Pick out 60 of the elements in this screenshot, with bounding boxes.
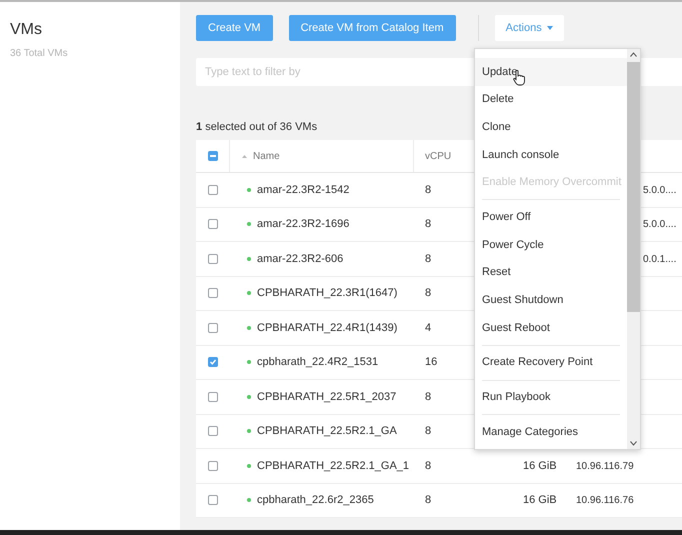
table-cell: 16 GiB — [523, 494, 557, 506]
checkbox[interactable] — [208, 357, 218, 368]
table-cell: 10.96.116.79 — [576, 460, 634, 472]
table-cell: 8 — [425, 287, 432, 299]
menu-item[interactable]: Run Playbook — [475, 384, 627, 412]
vm-name[interactable]: CPBHARATH_22.3R1(1647) — [257, 285, 398, 302]
table-cell: 8 — [425, 425, 432, 437]
vm-name[interactable]: CPBHARATH_22.5R2.1_GA_1 — [257, 458, 410, 474]
table-cell: 8 — [425, 494, 432, 506]
table-cell: 10.96.116.76 — [576, 495, 634, 506]
table-cell: 0.0.1.... — [643, 254, 676, 264]
menu-item[interactable]: Power Off — [475, 203, 627, 232]
menu-item[interactable]: Manage Categories — [475, 418, 627, 446]
menu-item[interactable]: Guest Reboot — [475, 314, 627, 342]
menu-item[interactable]: Clone — [475, 113, 627, 142]
sort-icon — [242, 154, 247, 158]
menu-item[interactable]: Power Cycle — [475, 231, 627, 259]
table-cell: 5.0.0.... — [643, 219, 676, 230]
menu-item[interactable]: Update — [475, 58, 627, 86]
checkbox[interactable] — [208, 288, 218, 298]
column-header[interactable]: vCPU — [414, 148, 452, 164]
scrollbar[interactable] — [627, 49, 640, 449]
menu-item[interactable]: Launch console — [475, 141, 627, 169]
vm-name[interactable]: amar-22.3R2-606 — [257, 250, 344, 267]
table-cell: 16 GiB — [523, 460, 557, 472]
vm-name[interactable]: CPBHARATH_22.4R1(1439) — [257, 320, 398, 336]
table-cell: 8 — [425, 252, 432, 264]
checkbox[interactable] — [208, 392, 218, 402]
checkbox[interactable] — [208, 322, 218, 333]
checkbox[interactable] — [208, 219, 218, 230]
menu-item[interactable]: Reset — [475, 258, 627, 286]
checkbox[interactable] — [208, 254, 218, 264]
table-cell: 8 — [425, 218, 432, 230]
checkbox[interactable] — [208, 460, 218, 471]
menu-item[interactable]: Delete — [475, 86, 627, 114]
scroll-up-icon[interactable] — [630, 52, 637, 57]
vm-name[interactable]: CPBHARATH_22.5R1_2037 — [257, 388, 396, 405]
column-header[interactable]: Name — [230, 140, 414, 172]
vm-name[interactable]: cpbharath_22.6r2_2365 — [257, 492, 374, 508]
table-cell: 4 — [425, 322, 432, 334]
menu-item[interactable]: Guest Shutdown — [475, 286, 627, 314]
checkbox[interactable] — [208, 495, 218, 506]
table-cell: 8 — [425, 184, 432, 196]
table-cell: 16 — [425, 356, 438, 368]
page-title: VMs — [10, 20, 43, 40]
vm-name[interactable]: CPBHARATH_22.5R2.1_GA — [257, 423, 397, 440]
caret-icon — [546, 26, 553, 30]
scroll-down-icon[interactable] — [630, 441, 637, 446]
vm-name[interactable]: cpbharath_22.4R2_1531 — [257, 354, 378, 370]
table-cell: 5.0.0.... — [643, 184, 676, 196]
checkbox[interactable] — [208, 184, 218, 195]
table-cell: 8 — [425, 460, 432, 472]
vm-count: 36 Total VMs — [10, 47, 69, 61]
menu-item[interactable]: Create Recovery Point — [475, 348, 627, 377]
vm-name[interactable]: amar-22.3R2-1542 — [257, 182, 350, 198]
table-cell: 8 — [425, 390, 432, 402]
selection-summary: 1 selected out of 36 VMs — [196, 120, 318, 133]
vm-name[interactable]: amar-22.3R2-1696 — [257, 216, 350, 232]
checkbox[interactable] — [208, 151, 218, 161]
checkbox[interactable] — [208, 426, 218, 436]
